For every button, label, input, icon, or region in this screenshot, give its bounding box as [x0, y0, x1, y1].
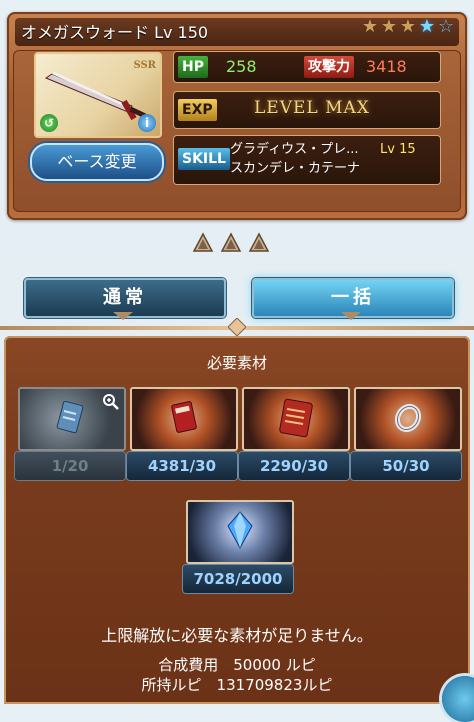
material-slot[interactable]	[242, 387, 350, 451]
corner-button[interactable]	[442, 676, 474, 722]
blue-crystal-icon	[227, 511, 253, 550]
diamond-icon	[192, 232, 214, 254]
cost-line: 合成費用 50000 ルピ	[158, 656, 316, 674]
hp-label: HP	[178, 56, 208, 78]
wind-icon: ↺	[40, 114, 58, 132]
material-count: 50/30	[351, 452, 461, 480]
material-slot[interactable]	[186, 500, 294, 564]
uncap-diamonds	[192, 232, 270, 254]
materials-title: 必要素材	[206, 354, 267, 372]
red-book-icon	[171, 401, 197, 433]
stats-row: HP 258 攻撃力 3418	[174, 52, 440, 82]
material-count: 2290/30	[239, 452, 349, 480]
tab-ornament-icon	[341, 312, 361, 320]
exp-label: EXP	[178, 99, 217, 121]
skill-row[interactable]: SKILL グラディウス・プレ... スカンデレ・カテーナ Lv 15	[174, 136, 440, 184]
skill-name: グラディウス・プレ... スカンデレ・カテーナ	[230, 140, 360, 178]
weapon-name: オメガスウォード Lv 150	[21, 23, 209, 42]
diamond-icon	[220, 232, 242, 254]
material-slot[interactable]	[18, 387, 126, 451]
atk-value: 3418	[366, 57, 407, 76]
star-gold-icon: ★	[361, 16, 379, 37]
material-count: 4381/30	[127, 452, 237, 480]
insufficient-message: 上限解放に必要な素材が足りません。	[101, 626, 373, 645]
exp-row: EXP LEVEL MAX	[174, 92, 440, 128]
skill-label: SKILL	[178, 148, 230, 170]
skill-level: Lv 15	[380, 142, 416, 157]
star-gold-icon: ★	[399, 16, 417, 37]
rarity-label: SSR	[133, 60, 156, 71]
hp-value: 258	[226, 57, 257, 76]
material-count: 1/20	[15, 452, 125, 480]
zoom-icon[interactable]	[102, 393, 120, 411]
material-slot[interactable]	[130, 387, 238, 451]
tab-ornament-icon	[113, 312, 133, 320]
divider-gem-icon	[228, 318, 246, 336]
weapon-thumbnail[interactable]: SSR ↺ i	[34, 52, 162, 138]
skill-name-line1: グラディウス・プレ...	[230, 142, 359, 157]
level-max-text: LEVEL MAX	[254, 98, 370, 118]
owned-rupie-line: 所持ルピ 131709823ルピ	[141, 676, 333, 694]
star-empty-icon: ☆	[437, 16, 455, 37]
star-blue-icon: ★	[418, 16, 436, 37]
atk-label: 攻撃力	[304, 56, 354, 78]
blue-card-icon	[56, 401, 84, 434]
skill-name-line2: スカンデレ・カテーナ	[230, 161, 361, 176]
material-count: 7028/2000	[183, 565, 293, 593]
uncap-stars: ★ ★ ★ ★ ☆	[361, 18, 455, 36]
silver-ring-icon	[394, 403, 422, 433]
star-gold-icon: ★	[380, 16, 398, 37]
diamond-icon	[248, 232, 270, 254]
base-change-button[interactable]: ベース変更	[30, 143, 164, 181]
red-scroll-icon	[279, 398, 313, 438]
material-slot[interactable]	[354, 387, 462, 451]
info-icon[interactable]: i	[138, 114, 156, 132]
